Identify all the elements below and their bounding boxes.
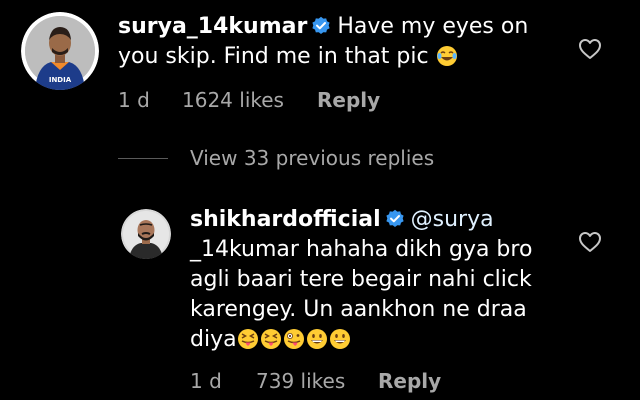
view-replies-label[interactable]: View 33 previous replies — [190, 146, 434, 170]
comment-body-line2: _14kumar hahaha dikh gya bro — [190, 237, 533, 262]
tongue-squint-emoji-icon — [260, 329, 281, 349]
comment-body-line5: diya — [190, 327, 237, 352]
divider-line — [118, 157, 168, 159]
comment-time: 1 d — [190, 369, 222, 393]
reply-button[interactable]: Reply — [317, 88, 380, 112]
verified-badge-icon — [386, 209, 404, 227]
likes-count[interactable]: 739 likes — [256, 369, 378, 393]
comment-meta: 1 d 739 likes Reply — [190, 369, 441, 393]
zany-emoji-icon — [283, 329, 304, 349]
comment-time: 1 d — [118, 88, 150, 112]
svg-text:INDIA: INDIA — [49, 76, 72, 84]
tongue-squint-emoji-icon — [237, 329, 258, 349]
comment-body-line3: agli baari tere begair nahi click — [190, 267, 532, 292]
reply-button[interactable]: Reply — [378, 369, 441, 393]
mention-link[interactable]: @surya — [411, 207, 494, 232]
view-previous-replies[interactable]: View 33 previous replies — [118, 146, 434, 170]
likes-count[interactable]: 1624 likes — [182, 88, 317, 112]
like-heart-icon[interactable] — [578, 231, 602, 253]
grin-emoji-icon — [329, 329, 350, 349]
grin-emoji-icon — [306, 329, 327, 349]
comment-body-line4: karengey. Un aankhon ne draa — [190, 297, 527, 322]
username[interactable]: shikhardofficial — [190, 207, 381, 232]
avatar[interactable] — [121, 209, 171, 259]
username[interactable]: surya_14kumar — [118, 14, 307, 39]
comment-body-line1: Have my eyes on — [337, 14, 529, 39]
avatar-image — [121, 209, 171, 259]
comment-text: shikhardofficial @surya _14kumar hahaha d… — [190, 205, 570, 355]
comment-meta: 1 d 1624 likes Reply — [118, 88, 380, 112]
avatar[interactable]: INDIA — [21, 12, 99, 90]
avatar-image: INDIA — [21, 12, 99, 90]
joy-emoji-icon — [436, 46, 457, 66]
comment-text: surya_14kumar Have my eyes on you skip. F… — [118, 12, 548, 72]
verified-badge-icon — [312, 16, 330, 34]
like-heart-icon[interactable] — [578, 38, 602, 60]
comment-body-line2: you skip. Find me in that pic — [118, 44, 429, 69]
